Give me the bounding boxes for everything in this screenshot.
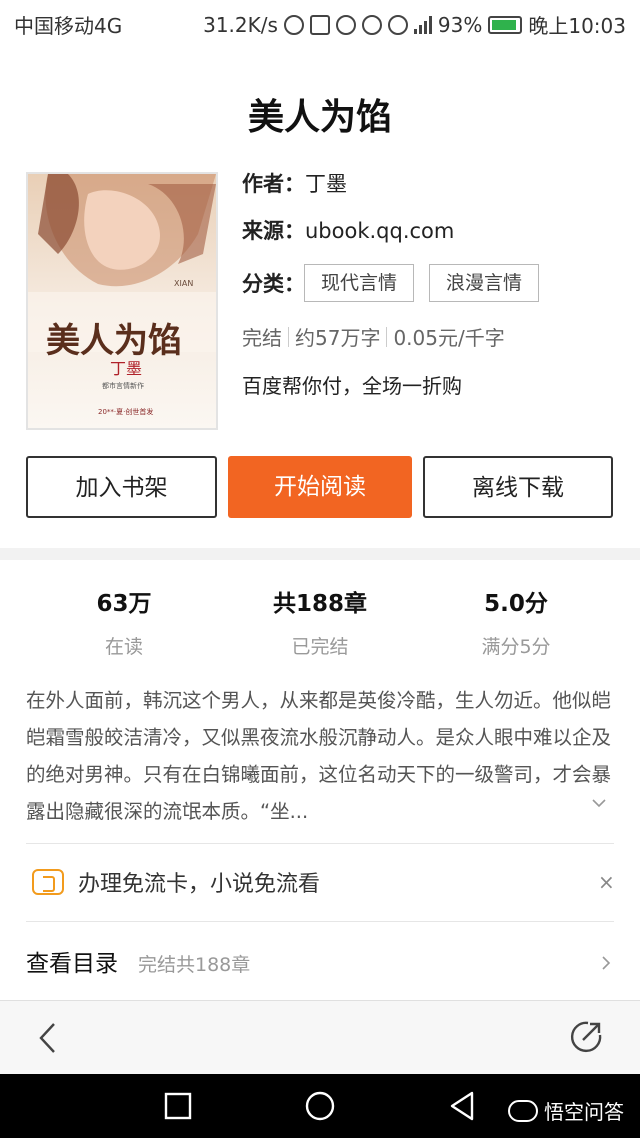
category-tag[interactable]: 现代言情: [304, 264, 415, 302]
category-label: 分类：: [242, 272, 305, 296]
toc-subtitle: 完结共188章: [138, 954, 251, 976]
status-icons: 31.2K/s 93% 晚上10:03: [203, 10, 626, 39]
alarm-icon: [335, 14, 356, 35]
row-divider: [26, 843, 614, 844]
stat-rating: 5.0分 满分5分: [418, 584, 614, 659]
book-description[interactable]: 在外人面前，韩沉这个男人，从来都是英俊冷酷，生人勿近。他似皑皑霜雪般皎洁清冷，又…: [26, 682, 616, 830]
watermark-text: 悟空问答: [544, 1100, 624, 1124]
cover-title: 美人为馅: [46, 321, 182, 361]
home-icon[interactable]: [304, 1090, 336, 1122]
meta-divider: [288, 326, 289, 347]
cover-author: 丁墨: [110, 359, 142, 378]
book-meta: 完结 约57万字 0.05元/千字: [242, 322, 505, 351]
wifi-icon: [387, 14, 408, 35]
source-row: 来源：ubook.qq.com: [242, 215, 454, 245]
book-title: 美人为馅: [247, 97, 392, 138]
nav-back-icon[interactable]: [448, 1090, 476, 1122]
source-label: 来源：: [242, 219, 305, 243]
source-value: ubook.qq.com: [305, 219, 455, 243]
wukong-logo-icon: [508, 1099, 538, 1122]
eye-icon: [361, 14, 382, 35]
battery-icon: [488, 15, 523, 34]
stat-chapters: 共188章 已完结: [222, 584, 418, 659]
start-reading-button[interactable]: 开始阅读: [228, 456, 412, 518]
chevron-down-icon[interactable]: [592, 796, 606, 810]
status-bar: 中国移动4G 31.2K/s 93% 晚上10:03: [0, 0, 640, 44]
category-tag[interactable]: 浪漫言情: [429, 264, 540, 302]
toc-title[interactable]: 查看目录: [26, 944, 118, 978]
price-text: 0.05元/千字: [393, 326, 505, 350]
status-text: 完结: [242, 326, 282, 350]
stat-readers: 63万 在读: [26, 584, 222, 659]
author-name[interactable]: 丁墨: [305, 172, 347, 196]
stat-label: 在读: [104, 636, 143, 658]
sim-card-icon: [32, 869, 64, 895]
section-divider: [0, 548, 640, 560]
share-icon[interactable]: [568, 1019, 604, 1055]
offline-download-button[interactable]: 离线下载: [423, 456, 613, 518]
row-divider: [26, 921, 614, 922]
hd-icon: [283, 14, 304, 35]
add-to-shelf-button[interactable]: 加入书架: [26, 456, 217, 518]
mute-icon: [309, 14, 330, 35]
book-cover[interactable]: 美人为馅 XIAN 丁墨 都市言情新作 20**·夏·创世首发: [26, 172, 218, 430]
close-icon[interactable]: ×: [598, 870, 615, 894]
watermark: 悟空问答: [508, 1096, 624, 1125]
author-label: 作者：: [242, 172, 305, 196]
stat-value: 共188章: [272, 591, 367, 617]
cover-illustration: 美人为馅 XIAN 丁墨 都市言情新作 20**·夏·创世首发: [28, 174, 216, 428]
stat-label: 已完结: [291, 636, 349, 658]
stat-value: 63万: [96, 591, 152, 617]
cover-footer: 20**·夏·创世首发: [98, 407, 153, 416]
bottom-toolbar: [0, 1000, 640, 1074]
author-row: 作者：丁墨: [242, 168, 347, 198]
meta-divider: [386, 326, 388, 347]
promo-text[interactable]: 百度帮你付，全场一折购: [242, 370, 462, 399]
chevron-right-icon[interactable]: [600, 956, 612, 970]
stat-label: 满分5分: [481, 636, 551, 658]
battery-percent: 93%: [437, 12, 483, 37]
recents-icon[interactable]: [164, 1092, 192, 1120]
back-icon[interactable]: [36, 1021, 60, 1055]
cover-series: 都市言情新作: [102, 381, 144, 390]
ad-text[interactable]: 办理免流卡，小说免流看: [78, 866, 320, 898]
stat-value: 5.0分: [484, 591, 548, 617]
word-count: 约57万字: [295, 326, 381, 350]
cover-latin: XIAN: [174, 279, 193, 288]
signal-icon: [413, 15, 432, 34]
clock: 晚上10:03: [528, 14, 626, 38]
network-speed: 31.2K/s: [203, 12, 278, 37]
carrier-label: 中国移动4G: [14, 14, 123, 38]
